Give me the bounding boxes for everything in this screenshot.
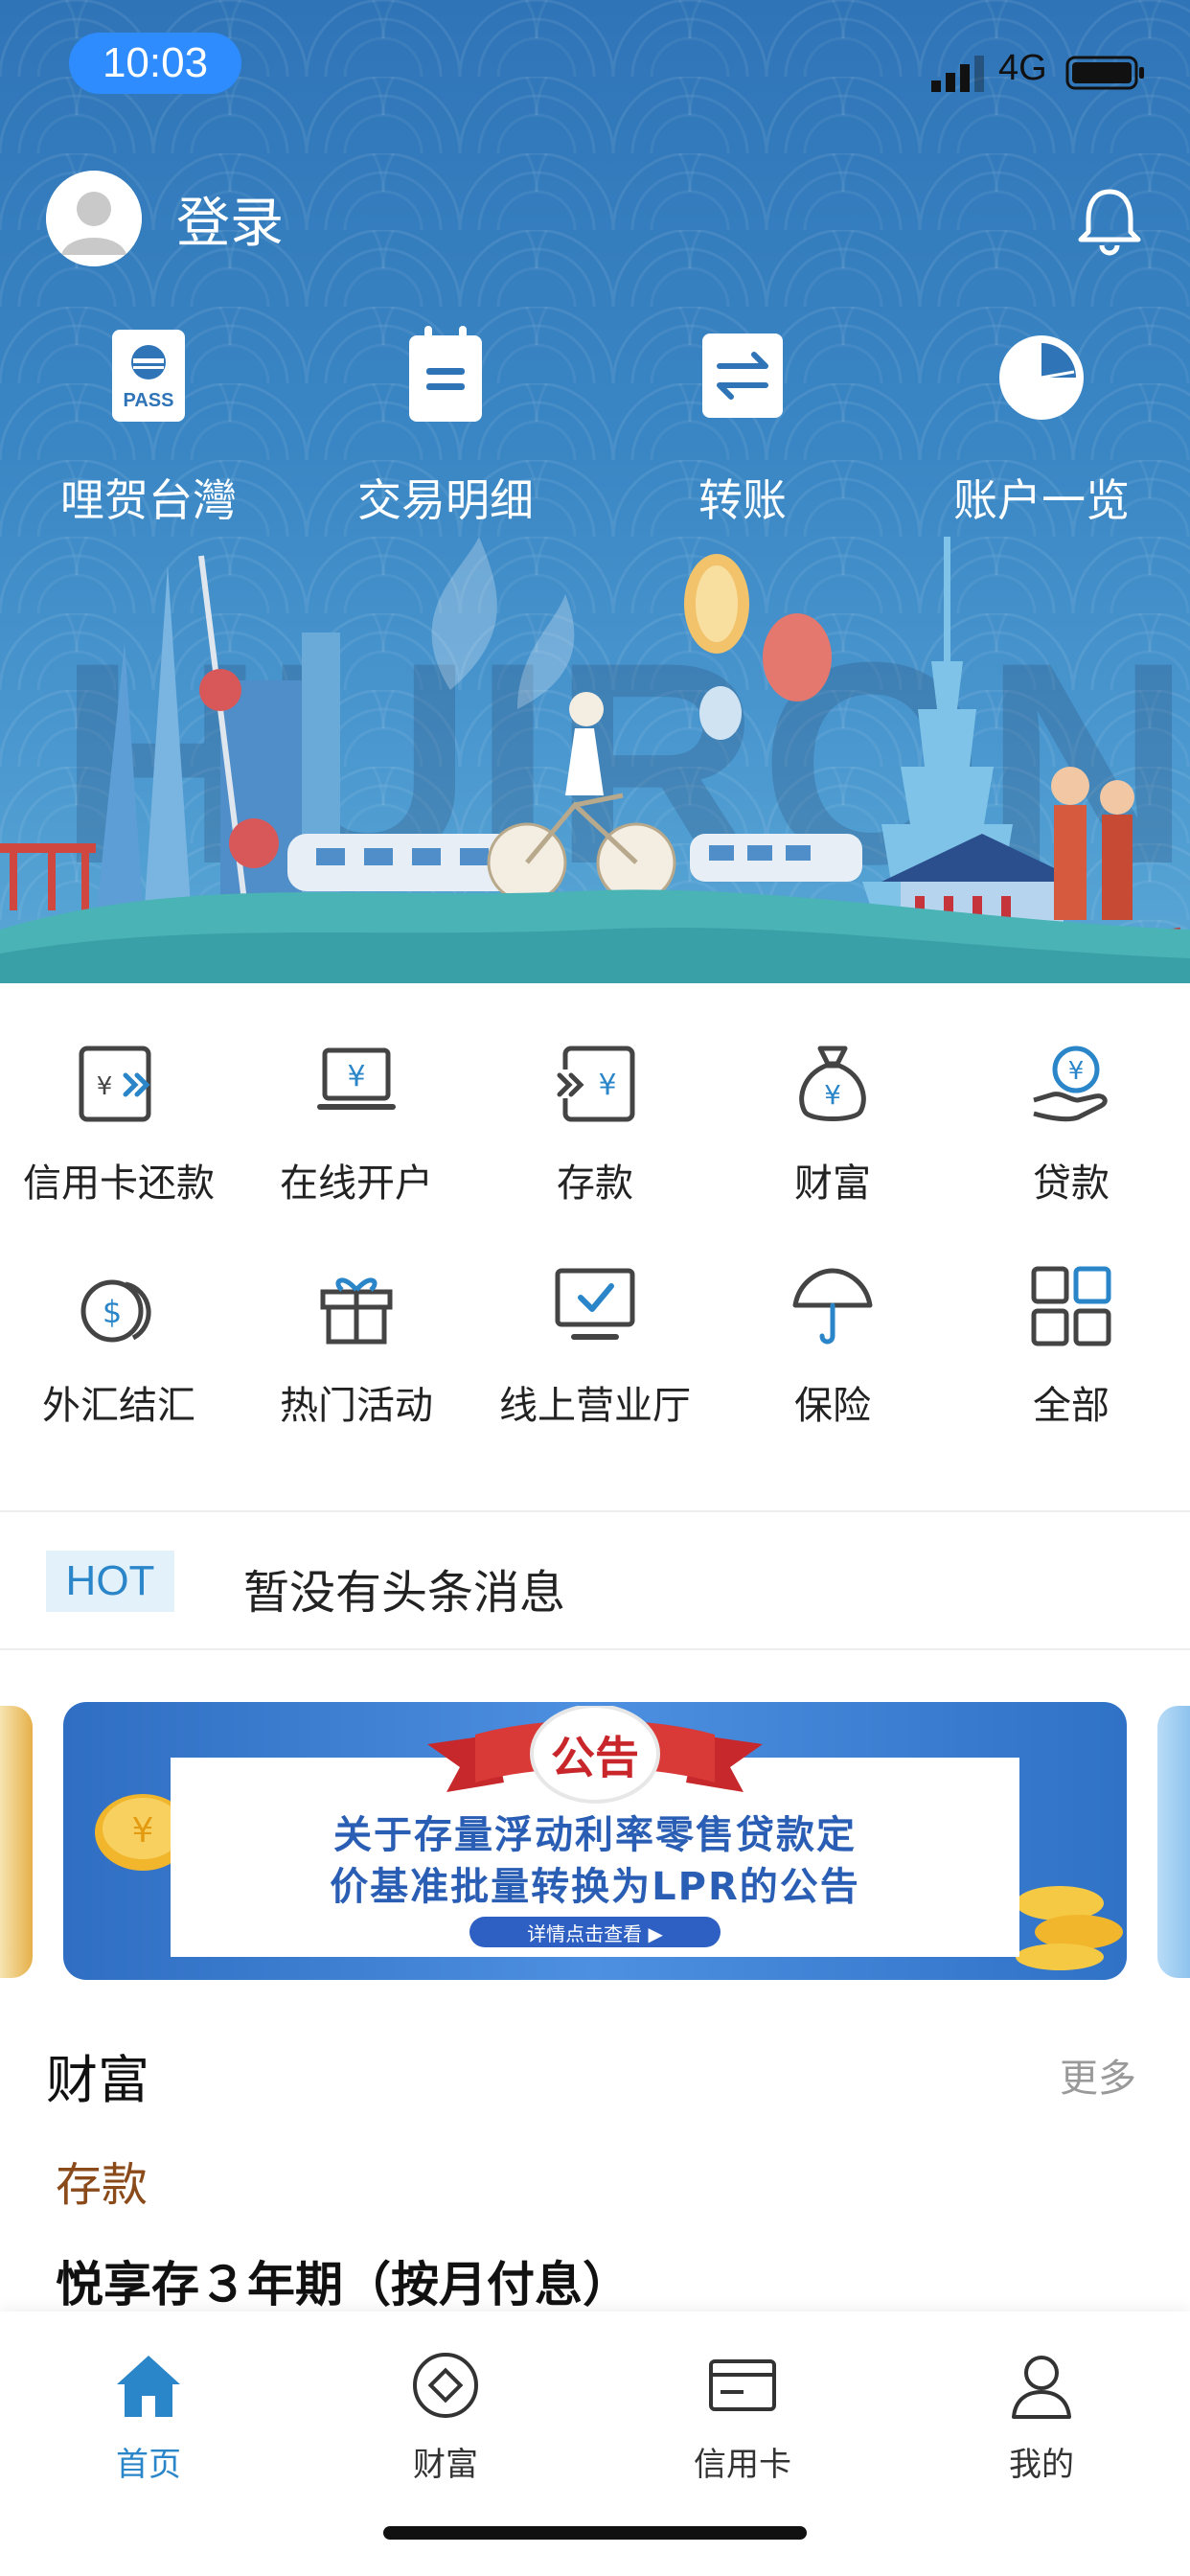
quick-actions: PASS 哩贺台灣 交易明细 转账 账户一览 (0, 326, 1190, 537)
login-label[interactable]: 登录 (176, 180, 284, 258)
headline-bar[interactable]: HOT 暂没有头条消息 (0, 1512, 1190, 1648)
service-loan[interactable]: ¥ 贷款 (952, 983, 1190, 1206)
service-label: 线上营业厅 (499, 1384, 691, 1428)
signal-icon (931, 56, 984, 92)
headline-text: 暂没有头条消息 (243, 1566, 566, 1620)
quick-action-transactions[interactable]: 交易明细 (297, 326, 594, 537)
service-label: 贷款 (1033, 1162, 1110, 1206)
laptop-yen-icon: ¥ (317, 1047, 396, 1110)
hero-banner: 10:03 4G 登录 PASS 哩贺台灣 交易明细 转账 账户一览 HUIRO… (0, 0, 1190, 983)
tab-credit-card[interactable]: 信用卡 (594, 2331, 891, 2494)
svg-text:¥: ¥ (824, 1079, 841, 1111)
person-icon (1012, 2356, 1071, 2419)
coins-icon: $ (80, 1279, 151, 1343)
announcement-banner[interactable]: ¥ 关于存量浮动利率零售贷款定 价基准批量转换为LPR的公告 详情点击查看 ▶ … (63, 1702, 1127, 1980)
transfer-icon (702, 334, 783, 418)
svg-text:$: $ (103, 1294, 122, 1330)
card-repay-icon: ¥ (79, 1046, 151, 1122)
svg-text:¥: ¥ (97, 1072, 113, 1101)
notepad-icon (409, 326, 482, 422)
svg-text:¥: ¥ (598, 1069, 616, 1102)
hand-yen-icon: ¥ (1033, 1046, 1108, 1122)
gift-icon (320, 1277, 393, 1345)
service-online-hall[interactable]: 线上营业厅 (476, 1206, 714, 1428)
network-label: 4G (998, 48, 1047, 88)
coins-stack-icon (1016, 1886, 1123, 1970)
svg-text:PASS: PASS (124, 390, 174, 411)
banner-prev-peek[interactable] (0, 1706, 33, 1978)
city-illustration: HUIRON (0, 537, 1190, 983)
product-name[interactable]: 悦享存３年期（按月付息） (56, 2246, 630, 2315)
svg-text:¥: ¥ (1068, 1057, 1085, 1086)
service-credit-repay[interactable]: ¥ 信用卡还款 (0, 983, 238, 1206)
money-bag-icon: ¥ (799, 1046, 866, 1121)
credit-card-icon (709, 2359, 776, 2411)
service-deposit[interactable]: ¥ 存款 (476, 983, 714, 1206)
quick-action-transfer[interactable]: 转账 (594, 326, 891, 537)
announcement-title: 关于存量浮动利率零售贷款定 价基准批量转换为LPR的公告 (171, 1809, 1019, 1913)
service-label: 保险 (794, 1384, 871, 1428)
bell-icon[interactable] (1071, 182, 1148, 259)
service-wealth[interactable]: ¥ 财富 (714, 983, 951, 1206)
banner-carousel: ¥ 关于存量浮动利率零售贷款定 价基准批量转换为LPR的公告 详情点击查看 ▶ … (0, 1702, 1190, 1980)
tab-label: 首页 (116, 2446, 181, 2484)
battery-icon (1065, 56, 1144, 90)
service-label: 信用卡还款 (23, 1162, 215, 1206)
tab-label: 财富 (413, 2446, 478, 2484)
service-all[interactable]: 全部 (952, 1206, 1190, 1428)
login-entry[interactable]: 登录 (46, 169, 284, 268)
service-label: 在线开户 (280, 1162, 433, 1206)
announcement-title-line1: 关于存量浮动利率零售贷款定 (333, 1813, 857, 1857)
announcement-title-line2: 价基准批量转换为LPR的公告 (330, 1865, 860, 1909)
service-forex[interactable]: $ 外汇结汇 (0, 1206, 238, 1428)
tab-home[interactable]: 首页 (0, 2331, 297, 2494)
section-title: 财富 (46, 2050, 149, 2110)
more-link[interactable]: 更多 (1060, 2047, 1136, 2103)
home-indicator[interactable] (383, 2526, 807, 2540)
default-avatar-icon (46, 171, 142, 266)
grid-icon (1031, 1266, 1111, 1346)
service-label: 全部 (1033, 1384, 1110, 1428)
tab-mine[interactable]: 我的 (893, 2331, 1190, 2494)
banner-next-peek[interactable] (1157, 1706, 1190, 1978)
service-label: 外汇结汇 (42, 1384, 195, 1428)
status-bar: 10:03 4G (0, 0, 1190, 125)
tab-wealth[interactable]: 财富 (297, 2331, 594, 2494)
tab-label: 我的 (1009, 2446, 1074, 2484)
details-button[interactable]: 详情点击查看 ▶ (469, 1917, 721, 1947)
service-grid: ¥ 信用卡还款 ¥ 在线开户 ¥ 存款 ¥ 财富 ¥ 贷款 $ 外汇结汇 热门活… (0, 983, 1190, 1510)
quick-action-pass[interactable]: PASS 哩贺台灣 (0, 326, 297, 537)
umbrella-icon (792, 1268, 873, 1345)
pass-icon: PASS (112, 330, 185, 422)
home-icon (117, 2356, 180, 2417)
quick-action-accounts[interactable]: 账户一览 (893, 326, 1190, 537)
tab-label: 信用卡 (694, 2446, 791, 2484)
divider (0, 1648, 1190, 1650)
deposit-icon: ¥ (556, 1046, 635, 1122)
diamond-icon (413, 2353, 478, 2418)
announcement-ribbon-label: 公告 (551, 1732, 639, 1783)
service-activities[interactable]: 热门活动 (238, 1206, 475, 1428)
service-label: 热门活动 (280, 1384, 433, 1428)
service-open-account[interactable]: ¥ 在线开户 (238, 983, 475, 1206)
service-label: 存款 (557, 1162, 633, 1206)
hot-badge: HOT (46, 1551, 174, 1612)
service-insurance[interactable]: 保险 (714, 1206, 951, 1428)
monitor-check-icon (555, 1268, 635, 1340)
svg-text:¥: ¥ (132, 1811, 154, 1851)
svg-text:¥: ¥ (347, 1060, 365, 1093)
status-time: 10:03 (69, 33, 241, 94)
service-label: 财富 (794, 1162, 871, 1206)
category-label: 存款 (56, 2158, 149, 2212)
avatar[interactable] (46, 171, 142, 266)
pie-chart-icon (999, 335, 1084, 420)
